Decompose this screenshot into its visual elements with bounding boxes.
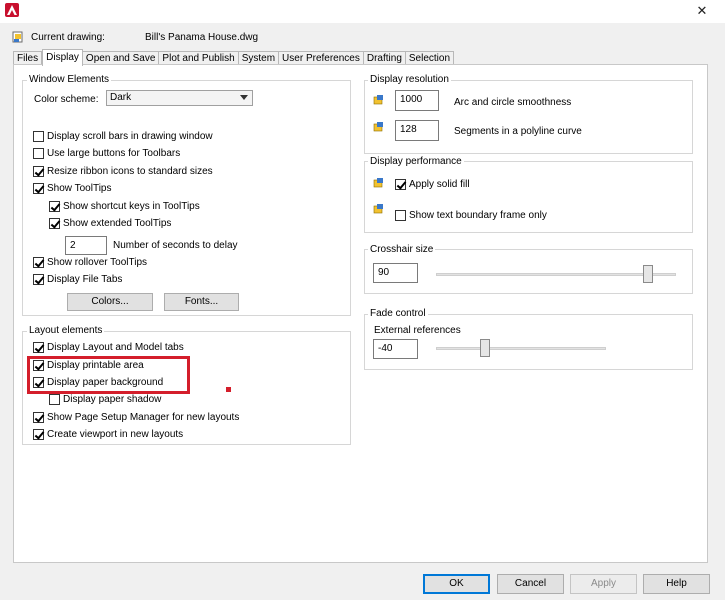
annotation-highlight-box [27, 356, 190, 394]
show-tooltips-label: Show ToolTips [47, 183, 112, 194]
rollover-tooltips-checkbox[interactable] [33, 257, 44, 268]
display-file-tabs-checkbox[interactable] [33, 274, 44, 285]
shortcut-keys-checkbox[interactable] [49, 201, 60, 212]
display-resolution-title: Display resolution [368, 74, 451, 85]
text-boundary-frame-checkbox[interactable] [395, 210, 406, 221]
large-buttons-label: Use large buttons for Toolbars [47, 148, 181, 159]
tab-display[interactable]: Display [42, 49, 83, 66]
layout-elements-title: Layout elements [27, 325, 105, 336]
drawing-setting-icon [373, 95, 383, 105]
fade-slider-handle[interactable] [480, 339, 490, 357]
rollover-tooltips-label: Show rollover ToolTips [47, 257, 148, 268]
close-icon: ✕ [696, 3, 708, 18]
drawing-setting-icon [373, 122, 383, 132]
layout-model-tabs-checkbox[interactable] [33, 342, 44, 353]
current-drawing-filename: Bill's Panama House.dwg [145, 32, 259, 43]
resize-ribbon-icons-checkbox[interactable] [33, 166, 44, 177]
apply-solid-fill-checkbox[interactable] [395, 179, 406, 190]
display-performance-title: Display performance [368, 156, 464, 167]
apply-button[interactable]: Apply [570, 574, 637, 594]
show-tooltips-checkbox[interactable] [33, 183, 44, 194]
close-button[interactable]: ✕ [687, 3, 717, 19]
tooltip-delay-input[interactable]: 2 [65, 236, 107, 255]
drawing-setting-icon [373, 204, 383, 214]
cancel-button[interactable]: Cancel [497, 574, 564, 594]
arc-smoothness-label: Arc and circle smoothness [454, 97, 572, 108]
scroll-bars-checkbox[interactable] [33, 131, 44, 142]
window-elements-title: Window Elements [27, 74, 112, 85]
polyline-segments-input[interactable]: 128 [395, 120, 439, 141]
external-references-fade-input[interactable]: -40 [373, 339, 418, 359]
autocad-logo-icon [5, 3, 19, 17]
current-drawing-label: Current drawing: [31, 32, 105, 43]
text-boundary-frame-label: Show text boundary frame only [409, 210, 547, 221]
shortcut-keys-label: Show shortcut keys in ToolTips [63, 201, 200, 212]
ok-button[interactable]: OK [423, 574, 490, 594]
tooltip-delay-label: Number of seconds to delay [113, 240, 238, 251]
extended-tooltips-checkbox[interactable] [49, 218, 60, 229]
resize-ribbon-icons-label: Resize ribbon icons to standard sizes [47, 166, 213, 177]
fade-control-title: Fade control [368, 308, 428, 319]
annotation-dot [226, 387, 231, 392]
fonts-button[interactable]: Fonts... [164, 293, 239, 311]
scroll-bars-label: Display scroll bars in drawing window [47, 131, 213, 142]
extended-tooltips-label: Show extended ToolTips [63, 218, 172, 229]
crosshair-size-input[interactable]: 90 [373, 263, 418, 283]
arc-smoothness-input[interactable]: 1000 [395, 90, 439, 111]
polyline-segments-label: Segments in a polyline curve [454, 126, 582, 137]
display-performance-group [364, 161, 693, 233]
title-bar: ✕ [0, 0, 725, 23]
apply-solid-fill-label: Apply solid fill [409, 179, 470, 190]
create-viewport-checkbox[interactable] [33, 429, 44, 440]
crosshair-size-slider-track[interactable] [436, 273, 676, 276]
crosshair-size-title: Crosshair size [368, 244, 436, 255]
paper-shadow-checkbox[interactable] [49, 394, 60, 405]
color-scheme-select[interactable]: Dark [106, 90, 253, 106]
paper-shadow-label: Display paper shadow [63, 394, 162, 405]
create-viewport-label: Create viewport in new layouts [47, 429, 184, 440]
fade-slider-track[interactable] [436, 347, 606, 350]
page-setup-manager-checkbox[interactable] [33, 412, 44, 423]
color-scheme-value: Dark [110, 92, 132, 103]
colors-button[interactable]: Colors... [67, 293, 153, 311]
external-references-label: External references [374, 325, 461, 336]
display-file-tabs-label: Display File Tabs [47, 274, 123, 285]
chevron-down-icon [240, 95, 248, 100]
color-scheme-label: Color scheme: [34, 94, 99, 105]
help-button[interactable]: Help [643, 574, 710, 594]
crosshair-size-slider-handle[interactable] [643, 265, 653, 283]
drawing-file-icon [12, 31, 23, 43]
drawing-setting-icon [373, 178, 383, 188]
layout-model-tabs-label: Display Layout and Model tabs [47, 342, 184, 353]
large-buttons-checkbox[interactable] [33, 148, 44, 159]
page-setup-manager-label: Show Page Setup Manager for new layouts [47, 412, 240, 423]
